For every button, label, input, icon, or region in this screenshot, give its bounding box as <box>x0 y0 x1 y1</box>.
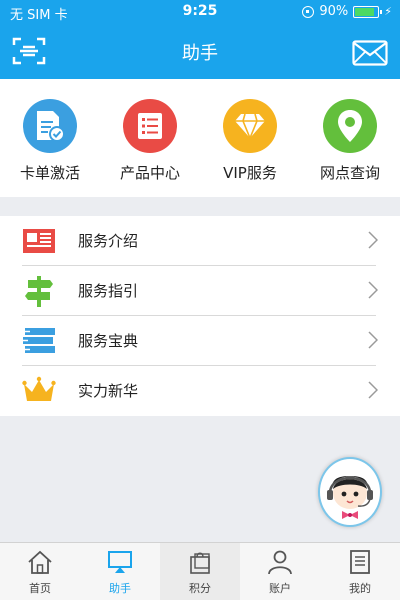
menu-item-handbook[interactable]: 服务宝典 <box>0 316 400 366</box>
menu-item-guide[interactable]: 服务指引 <box>0 266 400 316</box>
diamond-icon <box>235 113 265 140</box>
quick-links: 卡单激活 产品中心 VIP服务 网点查询 <box>0 79 400 197</box>
tab-label: 首页 <box>29 582 51 595</box>
books-icon <box>23 328 55 353</box>
tab-label: 积分 <box>189 582 211 595</box>
tab-label: 账户 <box>269 582 291 595</box>
status-right: 90% ⚡ <box>302 4 392 19</box>
tab-account[interactable]: 账户 <box>240 543 320 600</box>
battery-fill <box>355 7 375 16</box>
quick-link-label: 产品中心 <box>119 164 180 182</box>
tab-assistant[interactable]: 助手 <box>80 543 160 600</box>
tab-points[interactable]: 积分 <box>160 543 240 600</box>
shopping-bag-icon <box>190 552 210 574</box>
crown-icon <box>22 376 56 401</box>
assistant-icon <box>108 551 132 573</box>
menu-item-label: 服务指引 <box>78 282 139 300</box>
vip-circle <box>223 99 277 153</box>
mail-button[interactable] <box>352 40 388 66</box>
products-circle <box>123 99 177 153</box>
document-icon <box>350 550 370 574</box>
quick-link-products[interactable]: 产品中心 <box>100 79 200 197</box>
menu-item-label: 服务介绍 <box>78 232 139 250</box>
chevron-right-icon <box>368 231 378 249</box>
signpost-icon <box>25 276 53 307</box>
quick-link-outlets[interactable]: 网点查询 <box>300 79 400 197</box>
quick-link-card-activate[interactable]: 卡单激活 <box>0 79 100 197</box>
charging-icon: ⚡ <box>384 5 392 18</box>
mail-icon <box>352 40 388 66</box>
customer-service-avatar-icon <box>327 476 373 519</box>
quick-link-label: VIP服务 <box>223 164 277 182</box>
tab-bar: 首页 助手 积分 账户 我的 <box>0 542 400 600</box>
chevron-right-icon <box>368 331 378 349</box>
menu-item-strength[interactable]: 实力新华 <box>0 366 400 416</box>
person-icon <box>268 550 292 575</box>
quick-link-vip[interactable]: VIP服务 <box>200 79 300 197</box>
nav-bar: 助手 <box>0 24 400 79</box>
tab-label: 助手 <box>109 582 131 595</box>
battery-percent: 90% <box>319 4 349 19</box>
home-icon <box>28 550 52 574</box>
card-activate-circle <box>23 99 77 153</box>
quick-link-label: 网点查询 <box>319 164 380 182</box>
chevron-right-icon <box>368 281 378 299</box>
location-pin-icon <box>338 110 362 142</box>
page-title: 助手 <box>182 43 218 64</box>
chevron-right-icon <box>368 381 378 399</box>
menu-item-intro[interactable]: 服务介绍 <box>0 216 400 266</box>
customer-service-button[interactable] <box>318 457 382 527</box>
outlets-circle <box>323 99 377 153</box>
service-menu: 服务介绍 服务指引 服务宝典 实力新华 <box>0 216 400 416</box>
rotation-lock-icon <box>302 5 315 18</box>
menu-item-label: 实力新华 <box>78 382 139 400</box>
newspaper-icon <box>23 229 55 253</box>
battery-icon <box>353 5 383 18</box>
card-activate-icon <box>37 111 65 142</box>
tab-mine[interactable]: 我的 <box>320 543 400 600</box>
menu-item-label: 服务宝典 <box>78 332 139 350</box>
quick-link-label: 卡单激活 <box>19 164 80 182</box>
tab-home[interactable]: 首页 <box>0 543 80 600</box>
tab-label: 我的 <box>349 582 371 595</box>
status-bar: 无 SIM 卡 9:25 90% ⚡ <box>0 0 400 24</box>
product-list-icon <box>138 113 162 139</box>
